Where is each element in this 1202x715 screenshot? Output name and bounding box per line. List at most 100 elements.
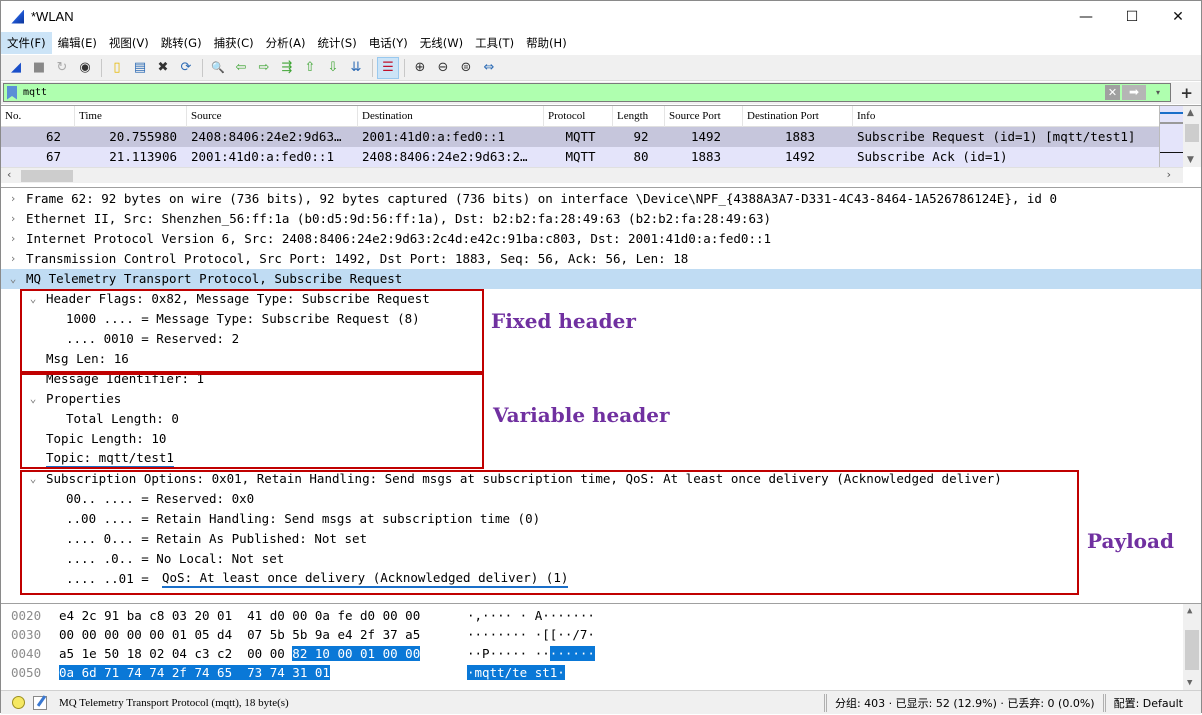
expand-arrow-icon[interactable]: › — [7, 249, 19, 269]
title-bar: *WLAN — ☐ ✕ — [1, 1, 1201, 32]
bytes-row[interactable]: 0050 0a 6d 71 74 74 2f 74 65 73 74 31 01… — [1, 663, 1181, 682]
scroll-down-icon[interactable]: ▼ — [1187, 155, 1194, 165]
close-button[interactable]: ✕ — [1155, 1, 1201, 32]
zoom-out-icon[interactable]: ⊖ — [432, 57, 454, 79]
resize-columns-icon[interactable]: ⇔ — [478, 57, 500, 79]
save-file-icon[interactable]: ▤ — [129, 57, 151, 79]
open-file-icon[interactable]: ▯ — [106, 57, 128, 79]
profile-selector[interactable]: 配置: Default — [1114, 695, 1183, 711]
status-separator — [1102, 694, 1106, 712]
filter-bookmark-icon[interactable] — [7, 85, 17, 100]
capture-options-icon[interactable]: ◉ — [74, 57, 96, 79]
capture-comment-icon[interactable] — [33, 695, 47, 710]
tree-item-ethernet[interactable]: › Ethernet II, Src: Shenzhen_56:ff:1a (b… — [1, 209, 1201, 229]
tree-item-ipv6[interactable]: › Internet Protocol Version 6, Src: 2408… — [1, 229, 1201, 249]
cell-protocol: MQTT — [565, 129, 596, 144]
display-filter-bar: mqtt ✕ ➡ ▾ + — [1, 82, 1201, 104]
scroll-down-icon[interactable]: ▼ — [1187, 678, 1192, 688]
packet-row[interactable]: 67 21.113906 2001:41d0:a:fed0::1 2408:84… — [1, 147, 1183, 167]
packet-list-horizontal-scrollbar[interactable]: ‹ › — [1, 167, 1183, 183]
bytes-ascii: ·mqtt/te st1· — [467, 663, 565, 682]
go-back-icon[interactable]: ⇦ — [230, 57, 252, 79]
go-to-packet-icon[interactable]: ⇶ — [276, 57, 298, 79]
expert-info-icon[interactable] — [12, 696, 25, 709]
add-filter-button-icon[interactable]: + — [1180, 84, 1193, 102]
toolbar-separator — [202, 58, 203, 77]
column-length[interactable]: Length — [613, 106, 665, 127]
menu-tools[interactable]: 工具(T) — [469, 32, 520, 54]
auto-scroll-icon[interactable]: ⇊ — [345, 57, 367, 79]
filter-history-dropdown-icon[interactable]: ▾ — [1151, 85, 1165, 100]
expand-arrow-icon[interactable]: › — [7, 209, 19, 229]
restart-capture-icon[interactable]: ↻ — [51, 57, 73, 79]
cell-destination: 2001:41d0:a:fed0::1 — [362, 129, 505, 144]
scroll-left-icon[interactable]: ‹ — [7, 168, 11, 181]
menu-edit[interactable]: 编辑(E) — [52, 32, 103, 54]
start-capture-icon[interactable]: ◢ — [5, 57, 27, 79]
colorize-icon[interactable]: ☰ — [377, 56, 399, 79]
cell-destination-port: 1492 — [784, 149, 816, 164]
minimize-button[interactable]: — — [1063, 1, 1109, 32]
menu-go[interactable]: 跳转(G) — [155, 32, 208, 54]
tree-item-label: Internet Protocol Version 6, Src: 2408:8… — [26, 231, 772, 246]
find-packet-icon[interactable]: 🔍 — [207, 57, 229, 79]
expand-arrow-icon[interactable]: › — [7, 189, 19, 209]
collapse-arrow-icon[interactable]: ⌄ — [7, 269, 19, 289]
toolbar-separator — [404, 58, 405, 77]
menu-view[interactable]: 视图(V) — [103, 32, 155, 54]
scroll-right-icon[interactable]: › — [1167, 168, 1171, 181]
first-packet-icon[interactable]: ⇧ — [299, 57, 321, 79]
menu-file[interactable]: 文件(F) — [1, 32, 52, 54]
menu-analyze[interactable]: 分析(A) — [260, 32, 312, 54]
stop-capture-icon[interactable]: ■ — [28, 57, 50, 79]
column-source-port[interactable]: Source Port — [665, 106, 743, 127]
menu-statistics[interactable]: 统计(S) — [311, 32, 362, 54]
apply-filter-icon[interactable]: ➡ — [1122, 85, 1146, 100]
go-forward-icon[interactable]: ⇨ — [253, 57, 275, 79]
packet-minimap[interactable] — [1159, 106, 1184, 167]
reload-file-icon[interactable]: ⟳ — [175, 57, 197, 79]
toolbar-separator — [101, 58, 102, 77]
bytes-row[interactable]: 0030 00 00 00 00 00 01 05 d4 07 5b 5b 9a… — [1, 625, 1181, 644]
variable-header-label: Variable header — [493, 403, 670, 427]
bytes-hex: 0a 6d 71 74 74 2f 74 65 73 74 31 01 — [59, 663, 330, 682]
clear-filter-icon[interactable]: ✕ — [1105, 85, 1120, 100]
ascii-plain: ·,···· · A······· — [467, 608, 595, 623]
bytes-row[interactable]: 0020 e4 2c 91 ba c8 03 20 01 41 d0 00 0a… — [1, 606, 1181, 625]
last-packet-icon[interactable]: ⇩ — [322, 57, 344, 79]
close-file-icon[interactable]: ✖ — [152, 57, 174, 79]
bytes-row[interactable]: 0040 a5 1e 50 18 02 04 c3 c2 00 00 82 10… — [1, 644, 1181, 663]
bytes-ascii: ··P····· ········ — [467, 644, 595, 663]
bytes-offset: 0050 — [11, 665, 42, 680]
bytes-vertical-scrollbar[interactable]: ▲ ▼ — [1183, 604, 1201, 690]
packet-list-vertical-scrollbar[interactable]: ▲ ▼ — [1183, 106, 1201, 167]
menu-capture[interactable]: 捕获(C) — [208, 32, 260, 54]
bytes-offset: 0020 — [11, 608, 42, 623]
column-source[interactable]: Source — [187, 106, 358, 127]
menu-telephony[interactable]: 电话(Y) — [363, 32, 414, 54]
tree-item-mqtt[interactable]: ⌄ MQ Telemetry Transport Protocol, Subsc… — [1, 269, 1201, 289]
column-time[interactable]: Time — [75, 106, 187, 127]
ascii-highlight: ······ — [549, 646, 595, 661]
tree-item-tcp[interactable]: › Transmission Control Protocol, Src Por… — [1, 249, 1201, 269]
column-info[interactable]: Info — [853, 106, 1183, 127]
menu-help[interactable]: 帮助(H) — [520, 32, 573, 54]
column-destination-port[interactable]: Destination Port — [743, 106, 853, 127]
scroll-thumb[interactable] — [1185, 630, 1199, 670]
column-no[interactable]: No. — [1, 106, 75, 127]
scroll-thumb[interactable] — [21, 170, 73, 182]
scroll-up-icon[interactable]: ▲ — [1187, 606, 1192, 616]
menu-wireless[interactable]: 无线(W) — [414, 32, 469, 54]
column-destination[interactable]: Destination — [358, 106, 544, 127]
display-filter-input[interactable]: mqtt ✕ ➡ ▾ — [3, 83, 1171, 102]
normal-size-icon[interactable]: ⊜ — [455, 57, 477, 79]
scroll-up-icon[interactable]: ▲ — [1187, 108, 1194, 118]
maximize-button[interactable]: ☐ — [1109, 1, 1155, 32]
scroll-thumb[interactable] — [1185, 124, 1199, 142]
zoom-in-icon[interactable]: ⊕ — [409, 57, 431, 79]
packet-row[interactable]: 62 20.755980 2408:8406:24e2:9d63… 2001:4… — [1, 127, 1183, 147]
expand-arrow-icon[interactable]: › — [7, 229, 19, 249]
tree-item-frame[interactable]: › Frame 62: 92 bytes on wire (736 bits),… — [1, 189, 1201, 209]
filter-text[interactable]: mqtt — [23, 87, 47, 98]
column-protocol[interactable]: Protocol — [544, 106, 613, 127]
